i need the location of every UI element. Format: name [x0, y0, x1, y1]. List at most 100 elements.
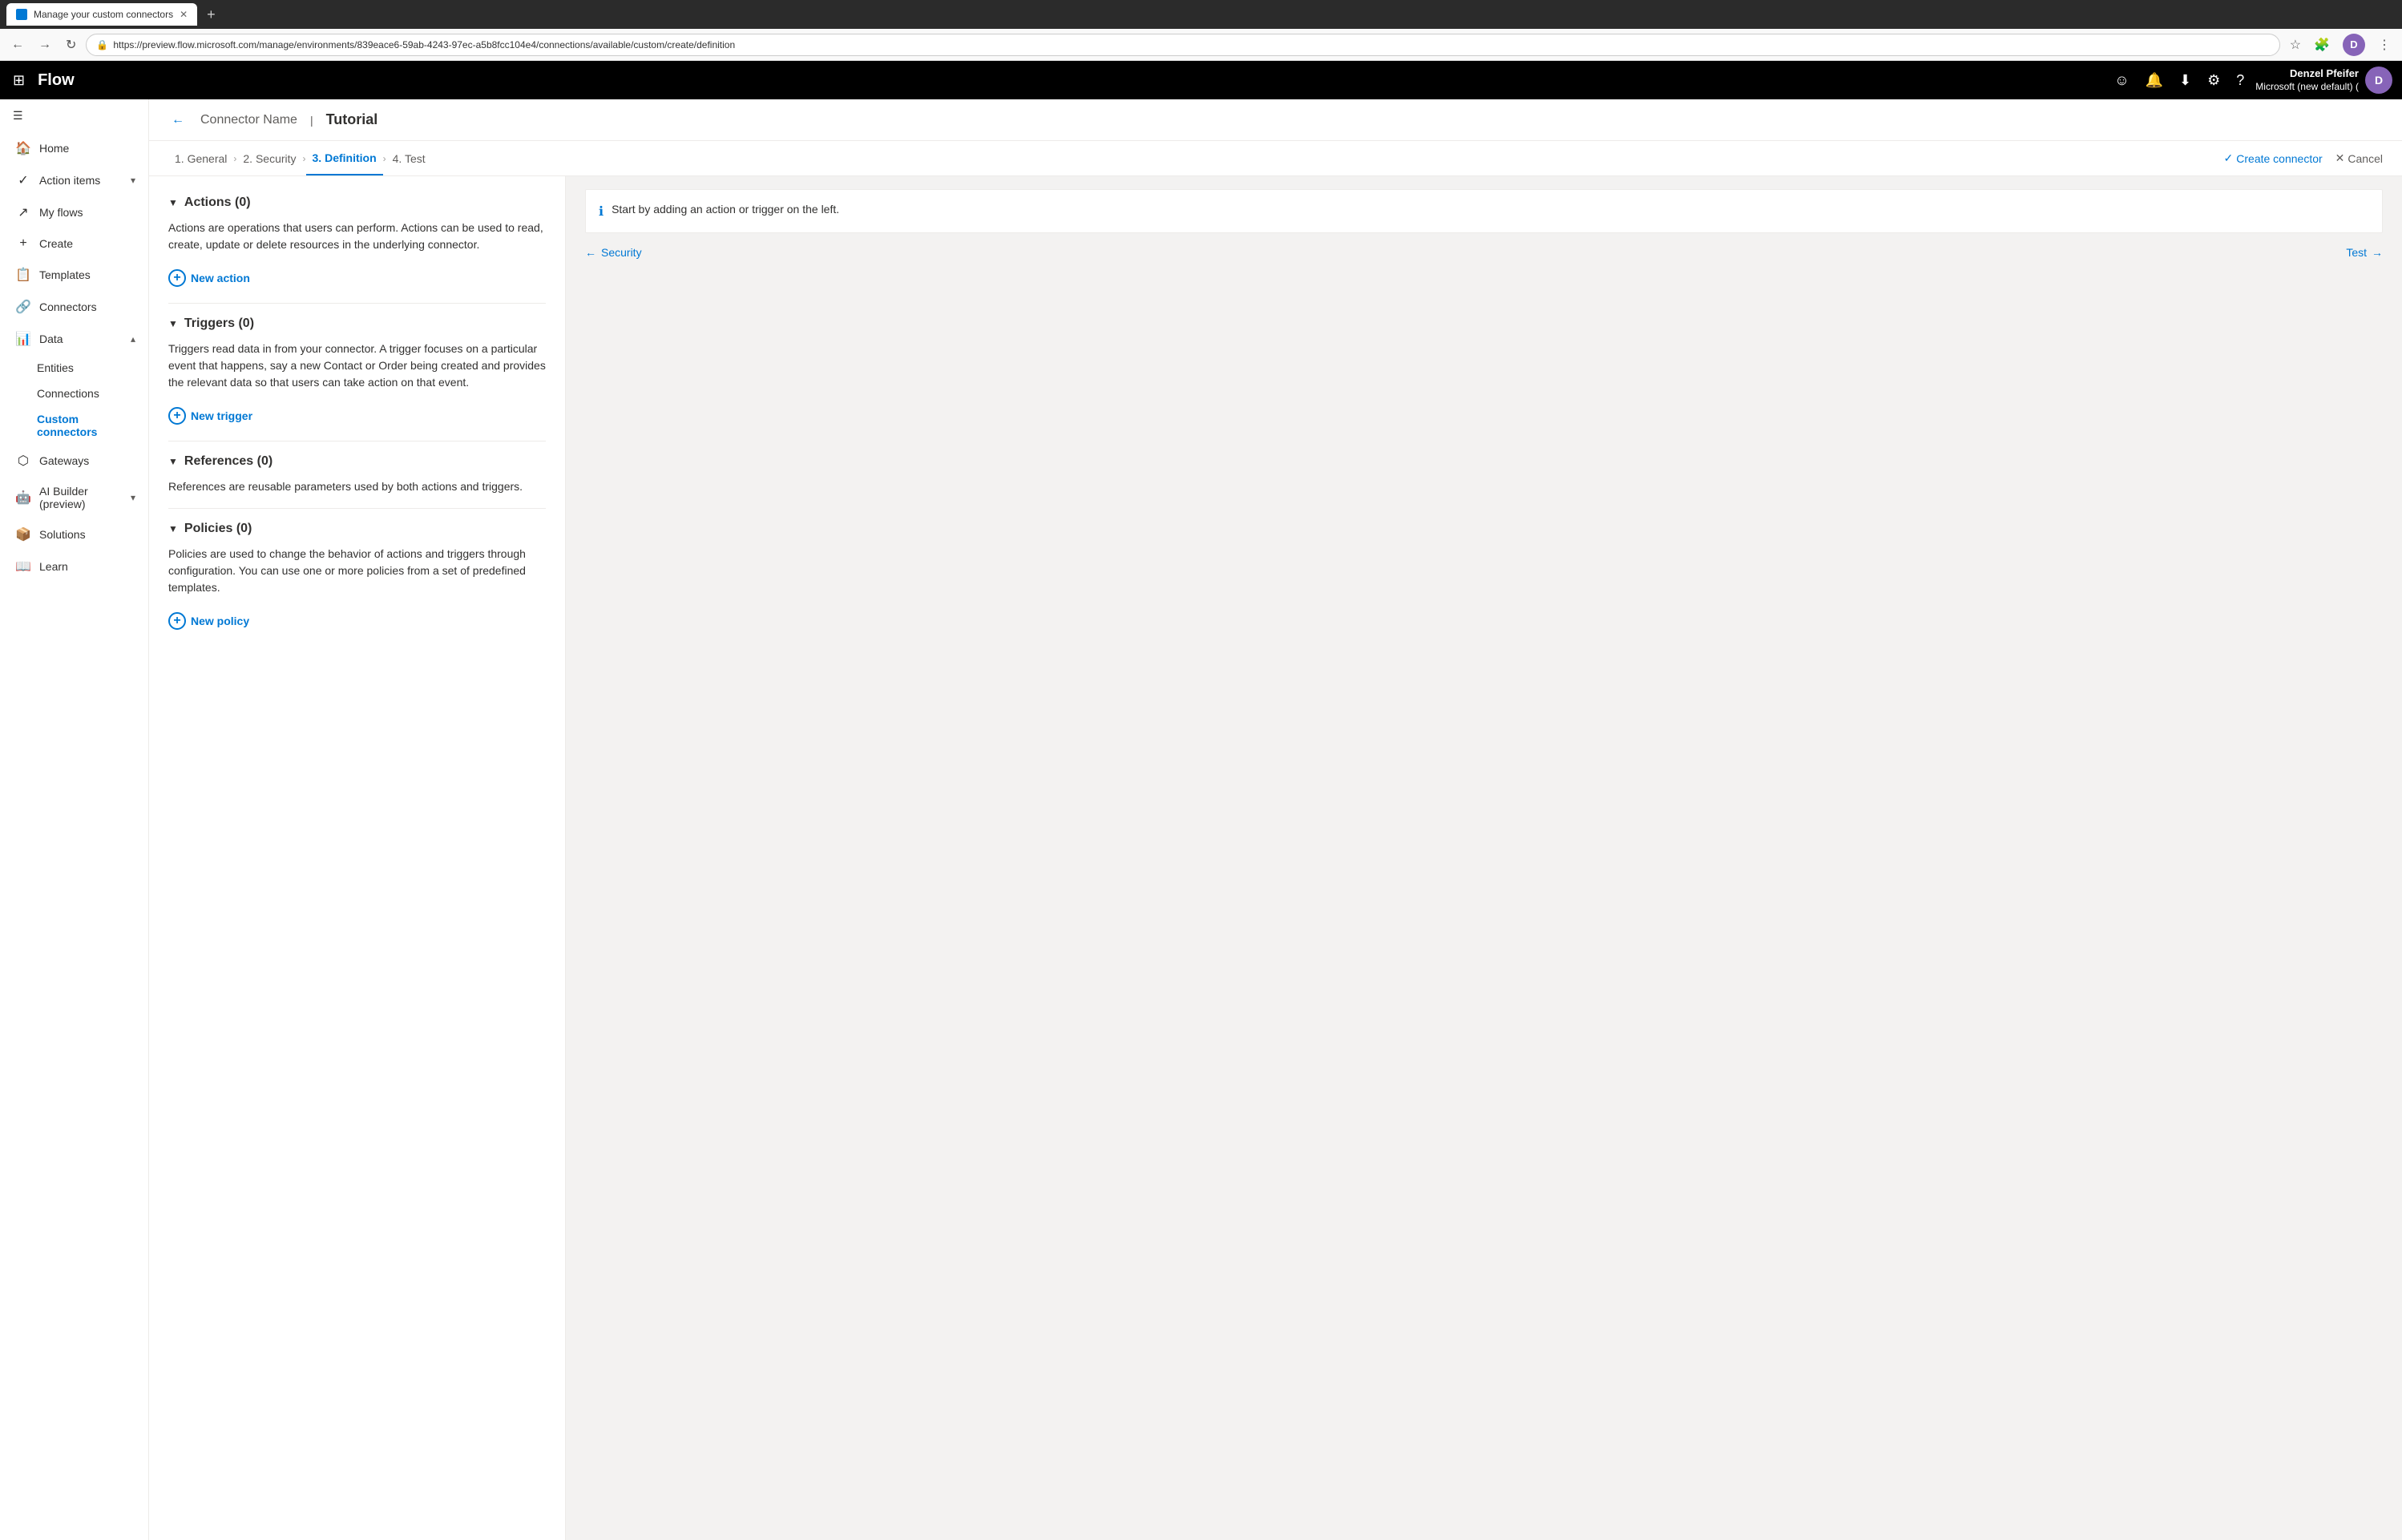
nav-links: ← Security Test → [585, 246, 2383, 259]
emoji-button[interactable]: ☺ [2109, 67, 2134, 94]
definition-left-panel: ▼ Actions (0) Actions are operations tha… [149, 176, 566, 1540]
ai-builder-icon: 🤖 [15, 490, 31, 506]
sidebar-label-entities: Entities [37, 361, 74, 374]
triggers-chevron[interactable]: ▼ [168, 318, 178, 329]
cancel-label: Cancel [2348, 152, 2383, 165]
sidebar-item-custom-connectors[interactable]: Custom connectors [0, 406, 148, 445]
sidebar-label-templates: Templates [39, 268, 135, 281]
sidebar-item-ai-builder[interactable]: 🤖 AI Builder (preview) ▾ [0, 477, 148, 518]
policies-chevron[interactable]: ▼ [168, 523, 178, 534]
back-nav-button[interactable]: ← [6, 34, 29, 55]
sidebar-item-solutions[interactable]: 📦 Solutions [0, 518, 148, 550]
data-chevron: ▴ [131, 333, 135, 345]
main-layout: ☰ 🏠 Home ✓ Action items ▾ ↗ My flows + C… [0, 99, 2402, 1540]
sidebar: ☰ 🏠 Home ✓ Action items ▾ ↗ My flows + C… [0, 99, 149, 1540]
sidebar-label-connections: Connections [37, 387, 99, 400]
refresh-button[interactable]: ↻ [61, 34, 81, 56]
tab-title: Manage your custom connectors [34, 9, 173, 20]
sidebar-item-learn[interactable]: 📖 Learn [0, 550, 148, 583]
step-test[interactable]: 4. Test [386, 152, 432, 165]
back-button[interactable]: ← [168, 110, 188, 131]
lock-icon: 🔒 [96, 39, 108, 50]
sidebar-item-action-items[interactable]: ✓ Action items ▾ [0, 164, 148, 196]
page-header: ← Connector Name | Tutorial [149, 99, 2402, 141]
step-security[interactable]: 2. Security [236, 152, 302, 165]
menu-button[interactable]: ⋮ [2373, 34, 2396, 56]
new-trigger-button[interactable]: + New trigger [168, 404, 252, 428]
sidebar-label-connectors: Connectors [39, 300, 135, 313]
waffle-icon[interactable]: ⊞ [10, 69, 28, 92]
header-separator: | [310, 114, 313, 127]
tutorial-label: Tutorial [326, 111, 378, 128]
data-icon: 📊 [15, 331, 31, 347]
sidebar-item-create[interactable]: + Create [0, 228, 148, 259]
sidebar-label-solutions: Solutions [39, 528, 135, 541]
my-flows-icon: ↗ [15, 204, 31, 220]
profile-button[interactable]: D [2338, 30, 2370, 59]
sidebar-item-home[interactable]: 🏠 Home [0, 132, 148, 164]
user-avatar: D [2343, 34, 2365, 56]
test-nav-link[interactable]: Test → [2346, 246, 2383, 259]
create-connector-button[interactable]: ✓ Create connector [2224, 151, 2323, 165]
triggers-section-title: Triggers (0) [184, 316, 254, 331]
new-tab-button[interactable]: + [204, 6, 219, 23]
references-chevron[interactable]: ▼ [168, 456, 178, 467]
security-nav-link[interactable]: ← Security [585, 246, 642, 259]
help-button[interactable]: ? [2231, 67, 2249, 94]
policies-section-description: Policies are used to change the behavior… [168, 546, 546, 596]
definition-body: ▼ Actions (0) Actions are operations tha… [149, 176, 2402, 1540]
sidebar-item-connections[interactable]: Connections [0, 381, 148, 406]
address-bar[interactable]: 🔒 https://preview.flow.microsoft.com/man… [86, 34, 2279, 56]
bookmark-button[interactable]: ☆ [2285, 34, 2306, 56]
new-policy-label: New policy [191, 615, 249, 627]
triggers-section-description: Triggers read data in from your connecto… [168, 341, 546, 391]
step-definition[interactable]: 3. Definition [306, 141, 383, 175]
home-icon: 🏠 [15, 140, 31, 156]
test-forward-icon: → [2372, 246, 2383, 259]
sidebar-label-ai-builder: AI Builder (preview) [39, 485, 123, 510]
app-topbar: ⊞ Flow ☺ 🔔 ⬇ ⚙ ? Denzel Pfeifer Microsof… [0, 61, 2402, 99]
actions-section-title: Actions (0) [184, 196, 251, 210]
new-action-label: New action [191, 272, 250, 284]
gateways-icon: ⬡ [15, 453, 31, 469]
sidebar-label-custom-connectors: Custom connectors [37, 413, 135, 438]
create-icon: + [15, 236, 31, 251]
tab-close-button[interactable]: ✕ [180, 9, 188, 20]
references-section-title: References (0) [184, 454, 272, 469]
security-label: Security [601, 246, 642, 259]
extensions-button[interactable]: 🧩 [2309, 34, 2335, 56]
app-wrapper: ⊞ Flow ☺ 🔔 ⬇ ⚙ ? Denzel Pfeifer Microsof… [0, 61, 2402, 1540]
templates-icon: 📋 [15, 267, 31, 283]
references-section-description: References are reusable parameters used … [168, 478, 546, 495]
info-text: Start by adding an action or trigger on … [612, 203, 839, 216]
notifications-button[interactable]: 🔔 [2141, 67, 2168, 94]
sidebar-label-gateways: Gateways [39, 454, 135, 467]
new-policy-button[interactable]: + New policy [168, 609, 249, 633]
sidebar-hamburger-button[interactable]: ☰ [0, 99, 148, 132]
new-action-button[interactable]: + New action [168, 266, 250, 290]
step-general[interactable]: 1. General [168, 152, 233, 165]
sidebar-item-entities[interactable]: Entities [0, 355, 148, 381]
info-box: ℹ Start by adding an action or trigger o… [585, 189, 2383, 233]
new-action-plus-icon: + [168, 269, 186, 287]
steps-actions: ✓ Create connector ✕ Cancel [2224, 151, 2383, 165]
sidebar-item-my-flows[interactable]: ↗ My flows [0, 196, 148, 228]
actions-section-header: ▼ Actions (0) [168, 196, 546, 210]
definition-right-panel: ℹ Start by adding an action or trigger o… [566, 176, 2402, 1540]
ai-builder-chevron: ▾ [131, 492, 135, 503]
step-general-label: 1. General [175, 152, 227, 165]
actions-chevron[interactable]: ▼ [168, 197, 178, 208]
download-button[interactable]: ⬇ [2174, 67, 2196, 94]
cancel-button[interactable]: ✕ Cancel [2335, 151, 2383, 165]
browser-chrome: Manage your custom connectors ✕ + [0, 0, 2402, 29]
sidebar-item-connectors[interactable]: 🔗 Connectors [0, 291, 148, 323]
active-tab[interactable]: Manage your custom connectors ✕ [6, 3, 197, 26]
settings-button[interactable]: ⚙ [2202, 67, 2225, 94]
app-title: Flow [38, 71, 75, 90]
sidebar-item-data[interactable]: 📊 Data ▴ [0, 323, 148, 355]
sidebar-item-templates[interactable]: 📋 Templates [0, 259, 148, 291]
forward-nav-button[interactable]: → [34, 34, 56, 55]
new-policy-plus-icon: + [168, 612, 186, 630]
sidebar-item-gateways[interactable]: ⬡ Gateways [0, 445, 148, 477]
topbar-avatar[interactable]: D [2365, 67, 2392, 94]
